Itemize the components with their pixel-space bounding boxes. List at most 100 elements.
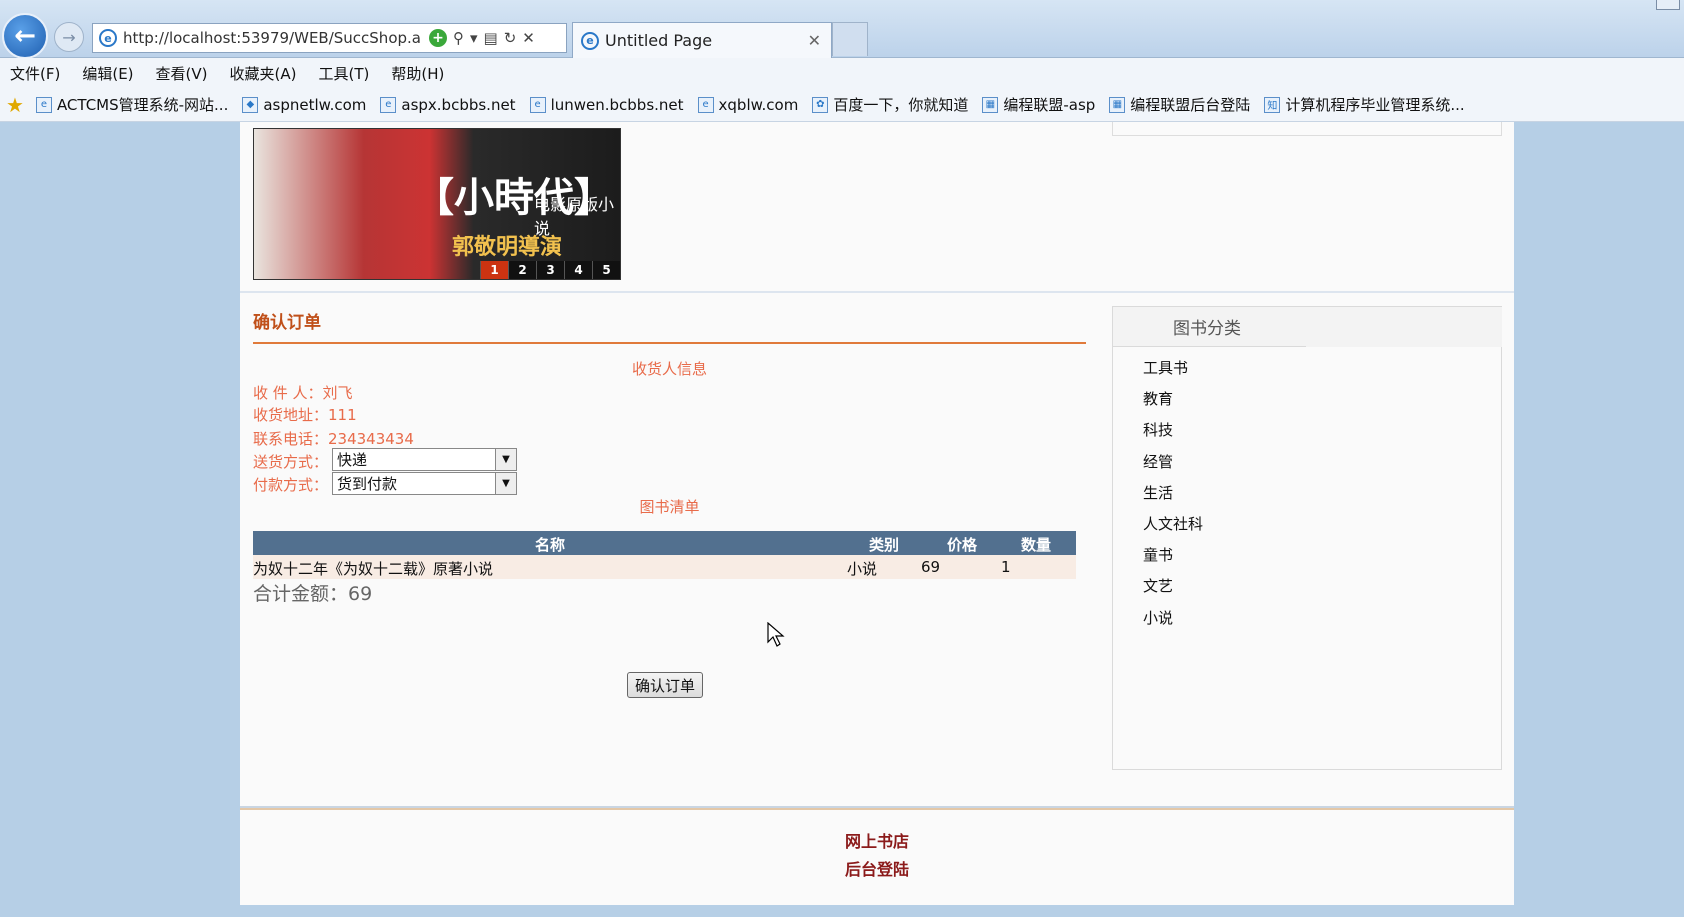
banner-page-2[interactable]: 2 (508, 261, 536, 279)
menu-favorites[interactable]: 收藏夹(A) (230, 63, 297, 84)
delivery-value: 快递 (337, 451, 368, 469)
footer-divider (240, 806, 1514, 810)
arrow-right-icon: → (62, 27, 76, 47)
banner-image[interactable]: 【小時代】 电影原版小说 郭敬明導演 1 2 3 4 5 (253, 128, 621, 280)
star-icon[interactable]: ★ (6, 93, 24, 117)
col-qty: 数量 (1021, 536, 1052, 554)
search-icon[interactable]: ⚲ (453, 29, 464, 47)
page-content: 【小時代】 电影原版小说 郭敬明導演 1 2 3 4 5 确认订单 收货人信息 … (240, 122, 1514, 905)
dropdown-icon[interactable]: ▾ (470, 29, 478, 47)
row-price: 69 (921, 558, 941, 576)
payment-select[interactable]: 货到付款 ▼ (332, 472, 517, 495)
stop-icon[interactable]: ✕ (522, 29, 535, 47)
favorite-item[interactable]: e aspx.bcbbs.net (380, 95, 516, 114)
tab-active[interactable]: e Untitled Page ✕ (572, 22, 832, 58)
category-item[interactable]: 经管 (1143, 451, 1203, 482)
favorite-label: 百度一下，你就知道 (833, 96, 969, 114)
table-row: 为奴十二年《为奴十二载》原著小说 小说 69 1 (253, 555, 1076, 579)
row-qty: 1 (1001, 558, 1011, 576)
address-bar[interactable]: e http://localhost:53979/WEB/SuccShop.a … (92, 23, 567, 53)
tab-close-icon[interactable]: ✕ (808, 31, 821, 50)
category-item[interactable]: 人文社科 (1143, 513, 1203, 544)
receiver-name: 收 件 人：刘飞 (253, 384, 353, 402)
menu-edit[interactable]: 编辑(E) (82, 63, 133, 84)
compat-add-icon[interactable]: + (429, 29, 447, 47)
col-name: 名称 (535, 536, 566, 554)
tab-title: Untitled Page (605, 31, 713, 50)
delivery-select[interactable]: 快递 ▼ (332, 448, 517, 471)
ie-tab-icon: e (581, 31, 599, 50)
new-tab-button[interactable] (832, 22, 868, 56)
menu-view[interactable]: 查看(V) (156, 63, 208, 84)
category-item[interactable]: 生活 (1143, 482, 1203, 513)
banner-page-1[interactable]: 1 (480, 261, 508, 279)
favorite-label: 编程联盟-asp (1003, 96, 1096, 114)
favorite-label: ACTCMS管理系统-网站... (56, 96, 229, 114)
forward-button[interactable]: → (54, 22, 84, 52)
category-list: 工具书 教育 科技 经管 生活 人文社科 童书 文艺 小说 (1143, 357, 1203, 638)
banner-page-5[interactable]: 5 (592, 261, 620, 279)
favorite-item[interactable]: ▦ 编程联盟后台登陆 (1109, 94, 1250, 115)
favorite-item[interactable]: e xqblw.com (697, 95, 799, 114)
receiver-address: 收货地址：111 (253, 406, 357, 424)
menu-file[interactable]: 文件(F) (10, 63, 60, 84)
category-item[interactable]: 小说 (1143, 607, 1203, 638)
page-icon: e (35, 96, 52, 113)
banner-director: 郭敬明導演 (452, 235, 563, 260)
section-divider (253, 342, 1086, 344)
delivery-label: 送货方式： (253, 453, 329, 471)
favorite-item[interactable]: ▦ 编程联盟-asp (982, 94, 1095, 115)
category-item[interactable]: 工具书 (1143, 357, 1203, 388)
browser-titlebar: ← → e http://localhost:53979/WEB/SuccSho… (0, 0, 1684, 59)
address-text[interactable]: http://localhost:53979/WEB/SuccShop.a (123, 29, 423, 47)
list-heading: 图书清单 (639, 498, 700, 516)
compat-view-icon[interactable]: ▤ (484, 29, 498, 47)
category-item[interactable]: 教育 (1143, 388, 1203, 419)
menu-tools[interactable]: 工具(T) (318, 63, 369, 84)
col-price: 价格 (947, 536, 978, 554)
page-icon: e (697, 96, 714, 113)
site-icon: 知 (1264, 96, 1281, 113)
footer-shop-link[interactable]: 网上书店 (240, 828, 1514, 852)
ie-page-icon: e (99, 29, 117, 47)
grid-icon: ▦ (1109, 96, 1126, 113)
favorite-item[interactable]: e ACTCMS管理系统-网站... (35, 94, 229, 115)
banner-page-4[interactable]: 4 (564, 261, 592, 279)
favorite-label: xqblw.com (718, 95, 799, 114)
payment-label: 付款方式： (253, 476, 329, 494)
favorite-label: aspx.bcbbs.net (401, 95, 516, 114)
order-total: 合计金额：69 (253, 583, 373, 605)
favorites-bar: ★ e ACTCMS管理系统-网站... ◆ aspnetlw.com e aspx.… (0, 88, 1684, 122)
favorite-item[interactable]: ◆ aspnetlw.com (242, 96, 366, 114)
site-icon: ◆ (242, 96, 259, 113)
banner-pager: 1 2 3 4 5 (480, 261, 620, 279)
category-item[interactable]: 科技 (1143, 419, 1203, 450)
section-title: 确认订单 (253, 313, 321, 333)
refresh-icon[interactable]: ↻ (504, 29, 517, 47)
favorite-label: aspnetlw.com (263, 95, 367, 114)
favorite-item[interactable]: 知计算机程序毕业管理系统... (1264, 94, 1465, 115)
favorite-item[interactable]: ✿ 百度一下，你就知道 (812, 94, 968, 115)
banner-page-3[interactable]: 3 (536, 261, 564, 279)
window-minimize-button[interactable] (1656, 0, 1680, 10)
category-item[interactable]: 童书 (1143, 544, 1203, 575)
arrow-left-icon: ← (14, 21, 36, 51)
menu-bar: 文件(F) 编辑(E) 查看(V) 收藏夹(A) 工具(T) 帮助(H) (0, 58, 1684, 88)
category-header-bg (1306, 307, 1502, 347)
category-item[interactable]: 文艺 (1143, 575, 1203, 606)
row-name: 为奴十二年《为奴十二载》原著小说 (253, 560, 494, 578)
back-button[interactable]: ← (2, 13, 48, 59)
chevron-down-icon[interactable]: ▼ (495, 473, 516, 494)
top-right-panel (1112, 122, 1502, 136)
menu-help[interactable]: 帮助(H) (391, 63, 444, 84)
chevron-down-icon[interactable]: ▼ (495, 449, 516, 470)
mouse-cursor-icon (767, 622, 785, 647)
confirm-order-button[interactable]: 确认订单 (627, 672, 703, 698)
favorite-label: lunwen.bcbbs.net (550, 95, 684, 114)
footer-admin-link[interactable]: 后台登陆 (240, 856, 1514, 880)
favorite-label: 计算机程序毕业管理系统... (1285, 96, 1465, 114)
divider (240, 291, 1514, 293)
category-title: 图书分类 (1113, 307, 1306, 347)
favorite-label: 编程联盟后台登陆 (1130, 96, 1251, 114)
favorite-item[interactable]: e lunwen.bcbbs.net (529, 95, 684, 114)
